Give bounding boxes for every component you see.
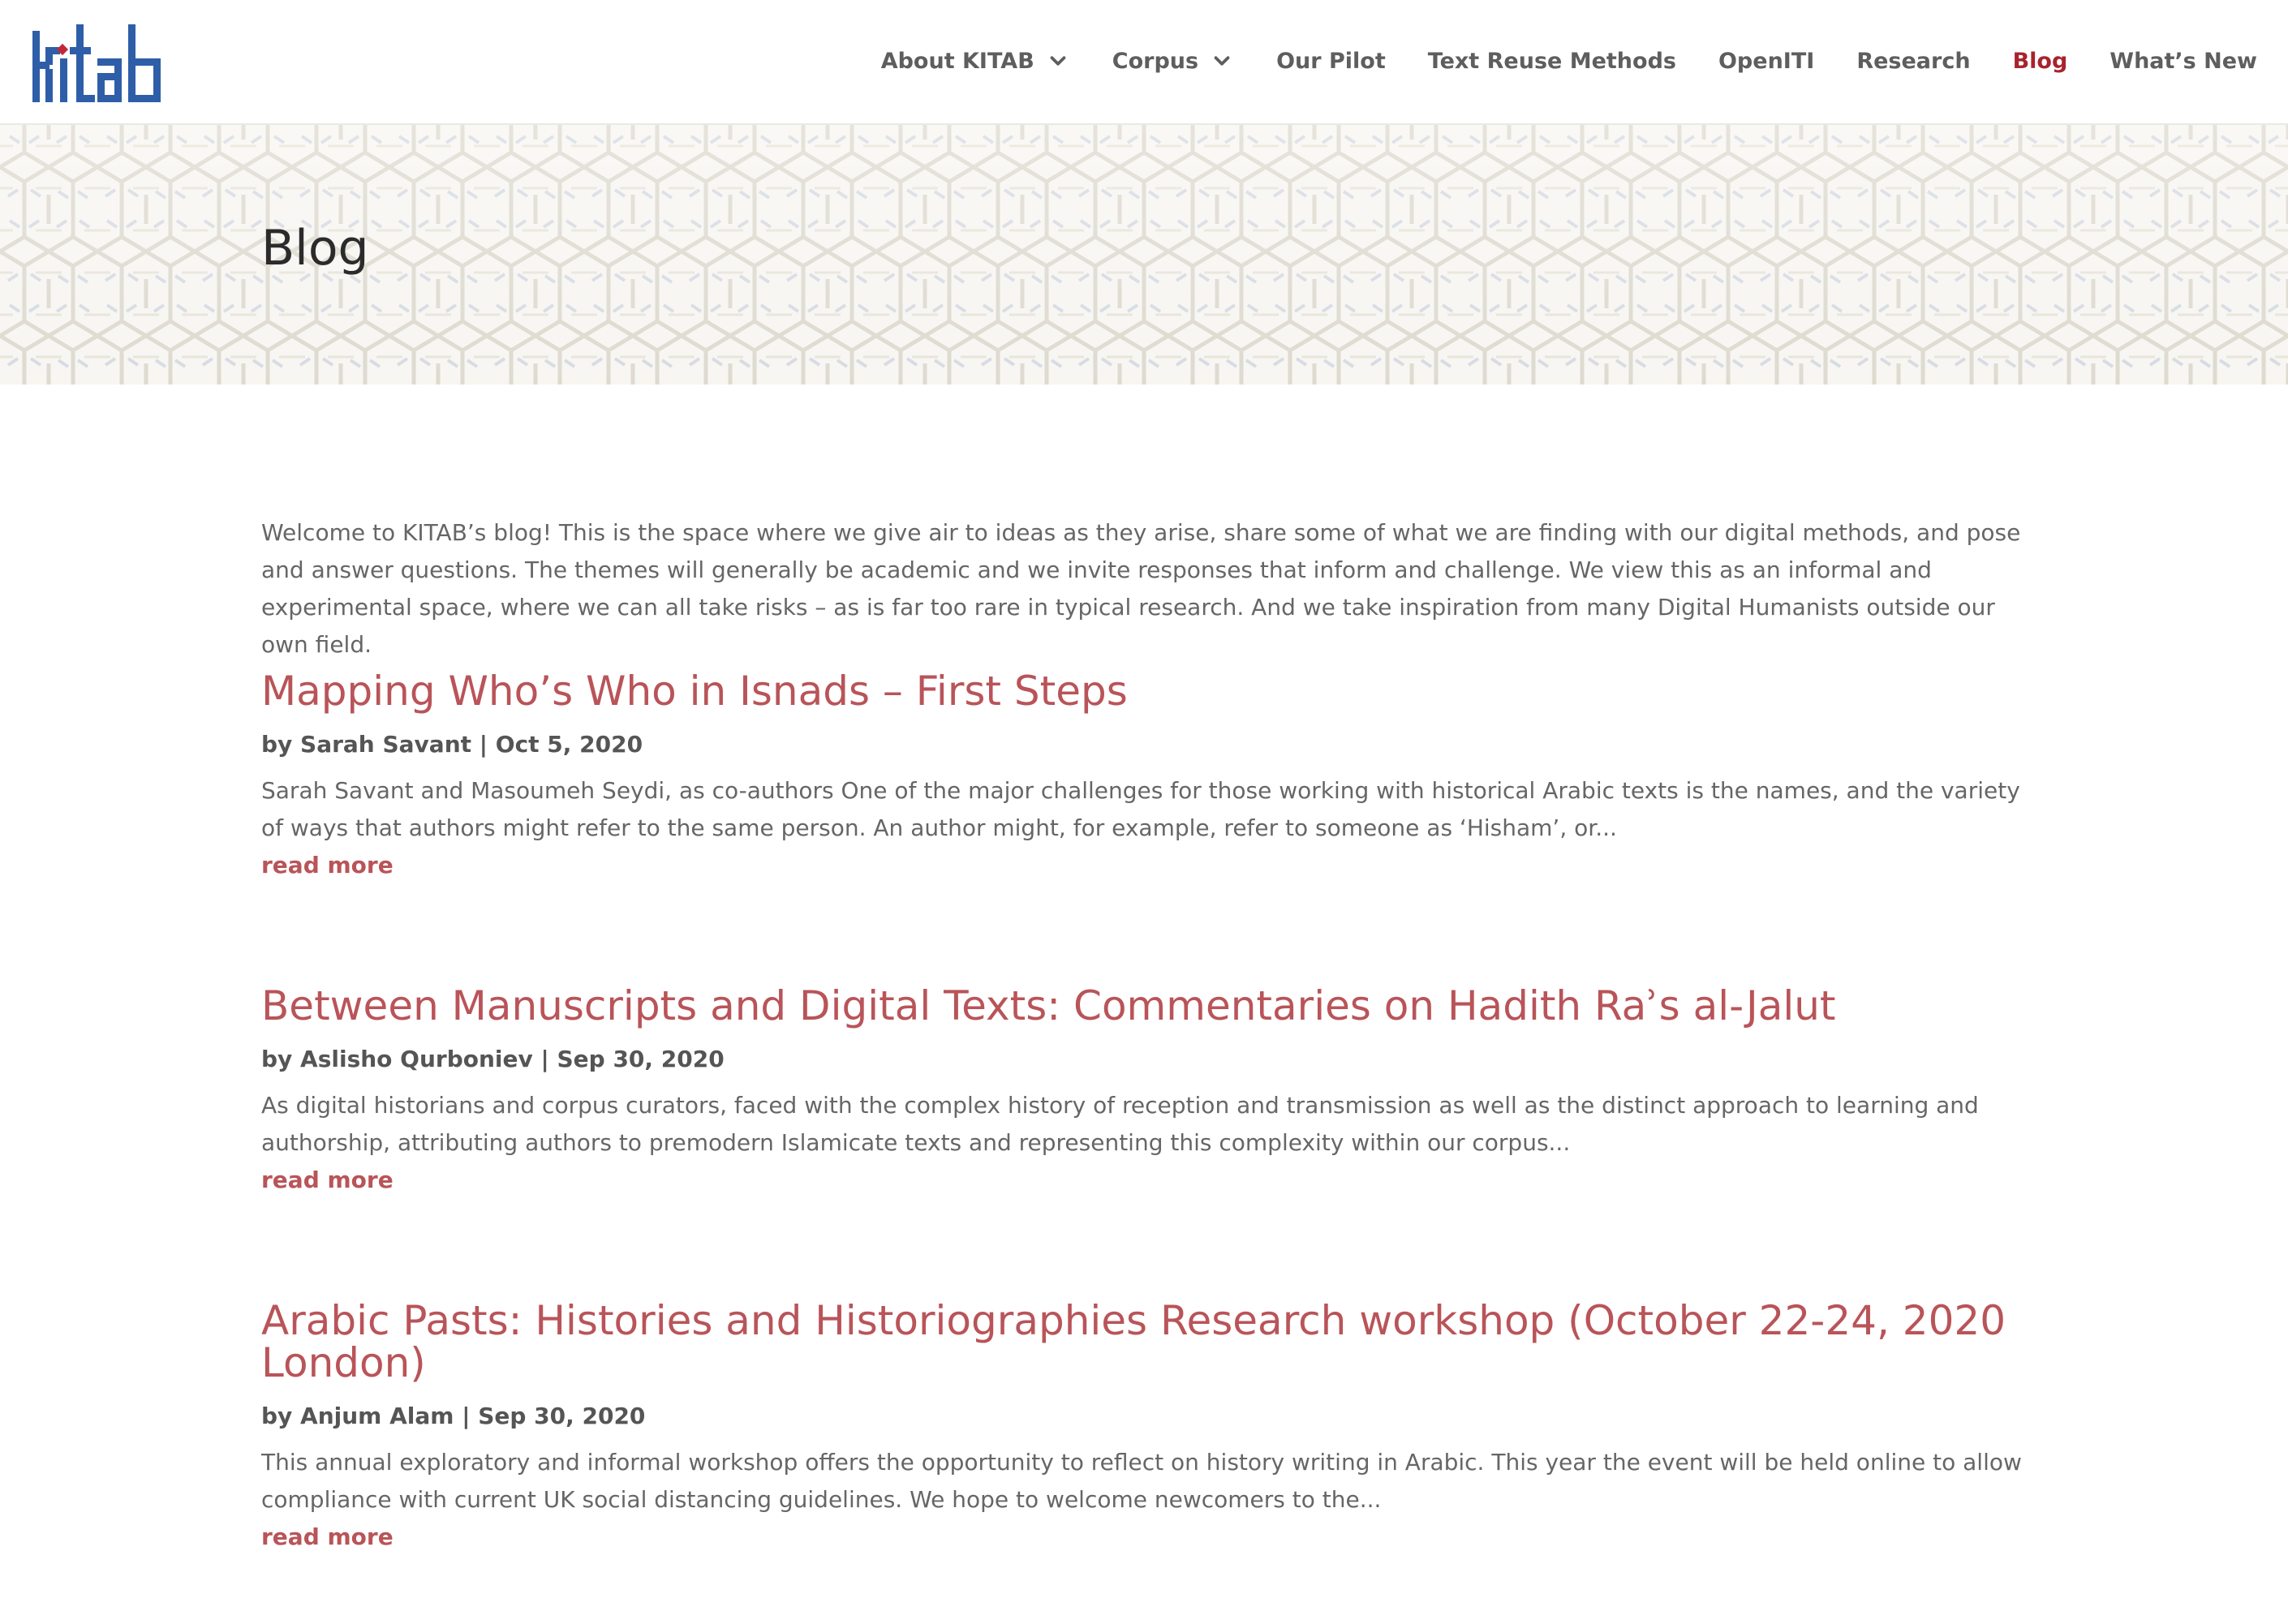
chevron-down-icon <box>1050 56 1066 66</box>
blog-intro: Welcome to KITAB’s blog! This is the spa… <box>261 519 2021 658</box>
blog-post: Between Manuscripts and Digital Texts: C… <box>261 985 2030 1199</box>
nav-item-label: OpenITI <box>1718 48 1815 74</box>
nav-item-label: Blog <box>2012 48 2068 74</box>
read-more-link[interactable]: read more <box>261 1519 394 1556</box>
post-meta-separator: | <box>479 731 488 758</box>
post-author-link[interactable]: Sarah Savant <box>300 731 471 758</box>
post-meta-separator: | <box>540 1046 549 1072</box>
nav-item-whats-new[interactable]: What’s New <box>2110 49 2257 74</box>
post-excerpt: This annual exploratory and informal wor… <box>261 1449 2022 1513</box>
nav-item-text-reuse-methods[interactable]: Text Reuse Methods <box>1428 49 1676 74</box>
post-date: Oct 5, 2020 <box>495 731 643 758</box>
blog-content: Welcome to KITAB’s blog! This is the spa… <box>261 514 2030 664</box>
nav-item-corpus[interactable]: Corpus <box>1112 49 1234 74</box>
nav-item-about-kitab[interactable]: About KITAB <box>881 49 1070 74</box>
post-title[interactable]: Between Manuscripts and Digital Texts: C… <box>261 985 2030 1027</box>
post-meta: by Aslisho Qurboniev | Sep 30, 2020 <box>261 1043 2030 1076</box>
read-more-link[interactable]: read more <box>261 847 394 884</box>
read-more-link[interactable]: read more <box>261 1162 394 1199</box>
post-meta: by Sarah Savant | Oct 5, 2020 <box>261 728 2030 761</box>
nav-item-blog[interactable]: Blog <box>2013 49 2068 74</box>
page-title: Blog <box>261 220 369 277</box>
nav-item-label: Corpus <box>1112 48 1199 74</box>
post-meta: by Anjum Alam | Sep 30, 2020 <box>261 1400 2030 1433</box>
post-title[interactable]: Mapping Who’s Who in Isnads – First Step… <box>261 670 2030 712</box>
post-by: by <box>261 731 293 758</box>
post-by: by <box>261 1403 293 1429</box>
main-nav: About KITAB Corpus Our Pilot Text Reuse … <box>839 0 2257 122</box>
post-meta-separator: | <box>462 1403 471 1429</box>
nav-item-label: What’s New <box>2110 48 2257 74</box>
nav-item-openiti[interactable]: OpenITI <box>1718 49 1814 74</box>
post-author-link[interactable]: Anjum Alam <box>300 1403 454 1429</box>
nav-item-label: Text Reuse Methods <box>1427 48 1676 74</box>
site-header: About KITAB Corpus Our Pilot Text Reuse … <box>0 0 2288 125</box>
nav-item-our-pilot[interactable]: Our Pilot <box>1276 49 1386 74</box>
blog-post: Mapping Who’s Who in Isnads – First Step… <box>261 670 2030 884</box>
nav-item-label: Our Pilot <box>1276 48 1386 74</box>
nav-item-research[interactable]: Research <box>1856 49 1970 74</box>
nav-item-label: Research <box>1856 48 1971 74</box>
post-author-link[interactable]: Aslisho Qurboniev <box>300 1046 533 1072</box>
post-date: Sep 30, 2020 <box>478 1403 646 1429</box>
post-excerpt: As digital historians and corpus curator… <box>261 1092 1979 1156</box>
kitab-logo[interactable] <box>32 24 161 102</box>
page-banner: Blog <box>0 125 2288 385</box>
chevron-down-icon <box>1214 56 1230 66</box>
post-excerpt: Sarah Savant and Masoumeh Seydi, as co-a… <box>261 777 2020 841</box>
post-date: Sep 30, 2020 <box>557 1046 725 1072</box>
post-by: by <box>261 1046 293 1072</box>
post-title[interactable]: Arabic Pasts: Histories and Historiograp… <box>261 1300 2030 1384</box>
blog-post: Arabic Pasts: Histories and Historiograp… <box>261 1300 2030 1556</box>
nav-item-label: About KITAB <box>880 48 1034 74</box>
